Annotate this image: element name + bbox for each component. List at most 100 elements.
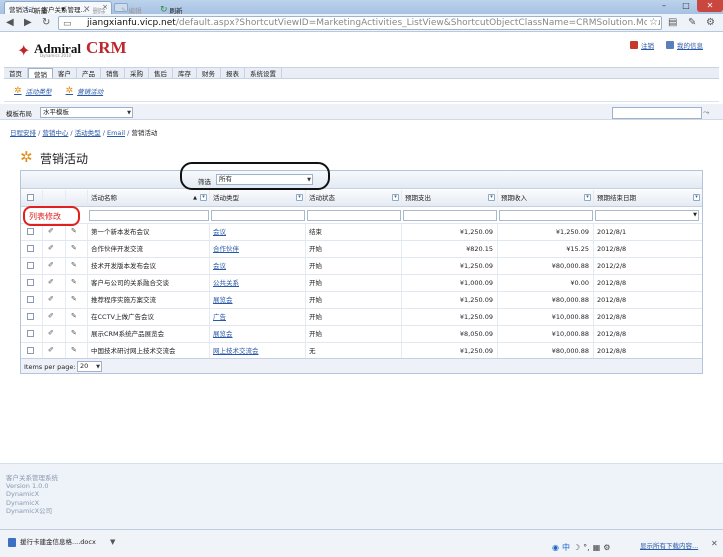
refresh-button[interactable]: ↻ 刷新	[160, 5, 183, 15]
table-row[interactable]: ✐ ✎ 第一个新本发布会议 会议 结束 ¥1,250.09 ¥1,250.09 …	[21, 224, 702, 241]
edit-icon[interactable]: ✎	[71, 245, 79, 252]
column-menu-icon[interactable]: ▾	[488, 194, 495, 201]
search-input[interactable]	[612, 107, 702, 119]
cell-type-link[interactable]: 会议	[210, 258, 306, 274]
new-button[interactable]: ▭ 新建 ▼	[26, 5, 65, 15]
edit-icon[interactable]: ✎	[71, 296, 79, 303]
search-icon[interactable]: ⤳	[703, 108, 717, 118]
myinfo-link[interactable]: 我的信息	[666, 40, 703, 50]
table-row[interactable]: ✐ ✎ 技术开发版本发布会议 会议 开始 ¥1,250.09 ¥80,000.8…	[21, 258, 702, 275]
submenu-marketing-activity[interactable]: ✲ 营销活动	[66, 86, 104, 96]
view-icon[interactable]: ✐	[48, 245, 56, 252]
keyboard-icon[interactable]: ▦	[593, 543, 601, 552]
cell-type-link[interactable]: 合作伙伴	[210, 241, 306, 257]
row-checkbox[interactable]	[27, 330, 34, 337]
breadcrumb-item[interactable]: 营销中心	[42, 129, 68, 137]
table-row[interactable]: ✐ ✎ 客户与公司的关系融合交谈 公共关系 开始 ¥1,000.09 ¥0.00…	[21, 275, 702, 292]
submenu-activity-type[interactable]: ✲ 活动类型	[14, 86, 52, 96]
edit-icon[interactable]: ✎	[71, 279, 79, 286]
menu-item-purchase[interactable]: 采购	[125, 68, 149, 78]
menu-item-marketing[interactable]: 营销	[28, 68, 53, 79]
items-per-page-select[interactable]: 20 ▼	[77, 361, 102, 372]
logout-link[interactable]: 注销	[630, 40, 654, 50]
bookmark-star-icon[interactable]: ☆	[647, 17, 658, 29]
minimize-icon[interactable]: –	[653, 0, 675, 12]
view-icon[interactable]: ✐	[48, 313, 56, 320]
filter-type-input[interactable]	[211, 210, 305, 221]
edit-button[interactable]: ✎ 编辑	[121, 5, 141, 15]
row-checkbox[interactable]	[27, 228, 34, 235]
cell-type-link[interactable]: 会议	[210, 224, 306, 240]
close-window-icon[interactable]: ✕	[697, 0, 723, 12]
address-bar[interactable]: ▭ jiangxianfu.vicp.net/default.aspx?Shor…	[58, 16, 662, 30]
back-icon[interactable]: ◀	[6, 17, 14, 29]
breadcrumb-item[interactable]: 活动类型	[75, 129, 101, 137]
cell-type-link[interactable]: 网上技术交流会	[210, 343, 306, 359]
menu-item-sales[interactable]: 销售	[101, 68, 125, 78]
delete-button[interactable]: ✕ 删除	[83, 5, 106, 15]
column-menu-icon[interactable]: ▾	[200, 194, 207, 201]
column-header-status[interactable]: 活动状态 ▾	[306, 190, 402, 206]
row-checkbox[interactable]	[27, 347, 34, 354]
punctuation-icon[interactable]: °,	[583, 543, 590, 552]
maximize-icon[interactable]: □	[675, 0, 697, 12]
settings-icon[interactable]: ⚙	[603, 543, 610, 552]
filter-name-input[interactable]	[89, 210, 209, 221]
edit-icon[interactable]: ✎	[71, 262, 79, 269]
row-checkbox[interactable]	[27, 296, 34, 303]
edit-icon[interactable]: ✎	[71, 330, 79, 337]
table-row[interactable]: ✐ ✎ 在CCTV上做广告会议 广告 开始 ¥1,250.09 ¥10,000.…	[21, 309, 702, 326]
filter-expense-input[interactable]	[403, 210, 497, 221]
download-item[interactable]: 援行卡建金信息格....docx	[6, 535, 104, 550]
menu-item-finance[interactable]: 财务	[197, 68, 221, 78]
reload-icon[interactable]: ↻	[42, 17, 50, 29]
tools-menu-icon[interactable]: ✎	[688, 17, 696, 29]
chevron-down-icon[interactable]: ▼	[110, 538, 115, 546]
menu-item-inventory[interactable]: 库存	[173, 68, 197, 78]
chinese-input-icon[interactable]: 中	[562, 542, 570, 553]
column-header-revenue[interactable]: 预期收入 ▾	[498, 190, 594, 206]
close-icon[interactable]: ✕	[711, 539, 718, 548]
cell-type-link[interactable]: 展览会	[210, 326, 306, 342]
chevron-down-icon[interactable]: ▼	[61, 7, 65, 13]
row-checkbox[interactable]	[27, 245, 34, 252]
column-menu-icon[interactable]: ▾	[296, 194, 303, 201]
row-checkbox[interactable]	[27, 262, 34, 269]
menu-item-product[interactable]: 产品	[77, 68, 101, 78]
view-icon[interactable]: ✐	[48, 330, 56, 337]
template-select[interactable]: 水平模板 ▼	[40, 107, 133, 118]
filter-enddate-input[interactable]: ▼	[595, 210, 699, 221]
menu-item-home[interactable]: 首页	[4, 68, 28, 78]
edit-icon[interactable]: ✎	[71, 347, 79, 354]
row-checkbox[interactable]	[27, 313, 34, 320]
column-menu-icon[interactable]: ▾	[392, 194, 399, 201]
select-all-checkbox[interactable]	[27, 194, 34, 201]
filter-status-input[interactable]	[307, 210, 401, 221]
page-menu-icon[interactable]: ▤	[668, 17, 677, 29]
column-menu-icon[interactable]: ▾	[584, 194, 591, 201]
column-header-enddate[interactable]: 预期结束日期 ▾	[594, 190, 702, 206]
view-icon[interactable]: ✐	[48, 262, 56, 269]
cell-type-link[interactable]: 广告	[210, 309, 306, 325]
table-row[interactable]: ✐ ✎ 合作伙伴开发交流 合作伙伴 开始 ¥820.15 ¥15.25 2012…	[21, 241, 702, 258]
table-row[interactable]: ✐ ✎ 展示CRM系统产品展览会 展览会 开始 ¥8,050.09 ¥10,00…	[21, 326, 702, 343]
view-icon[interactable]: ✐	[48, 296, 56, 303]
view-icon[interactable]: ✐	[48, 347, 56, 354]
view-icon[interactable]: ✐	[48, 228, 56, 235]
cell-type-link[interactable]: 公共关系	[210, 275, 306, 291]
forward-icon[interactable]: ▶	[24, 17, 32, 29]
filter-revenue-input[interactable]	[499, 210, 593, 221]
cell-type-link[interactable]: 展览会	[210, 292, 306, 308]
menu-item-customer[interactable]: 客户	[53, 68, 77, 78]
wrench-icon[interactable]: ⚙	[706, 17, 715, 29]
view-icon[interactable]: ✐	[48, 279, 56, 286]
show-all-downloads-link[interactable]: 显示所有下载内容...	[640, 540, 698, 550]
edit-icon[interactable]: ✎	[71, 228, 79, 235]
edit-icon[interactable]: ✎	[71, 313, 79, 320]
column-header-expense[interactable]: 预期支出 ▾	[402, 190, 498, 206]
moon-icon[interactable]: ☽	[573, 543, 580, 552]
menu-item-settings[interactable]: 系统设置	[245, 68, 282, 78]
column-menu-icon[interactable]: ▾	[693, 194, 700, 201]
ime-icon[interactable]: ◉	[552, 543, 559, 552]
table-row[interactable]: ✐ ✎ 推荐程序实施方案交流 展览会 开始 ¥1,250.09 ¥80,000.…	[21, 292, 702, 309]
